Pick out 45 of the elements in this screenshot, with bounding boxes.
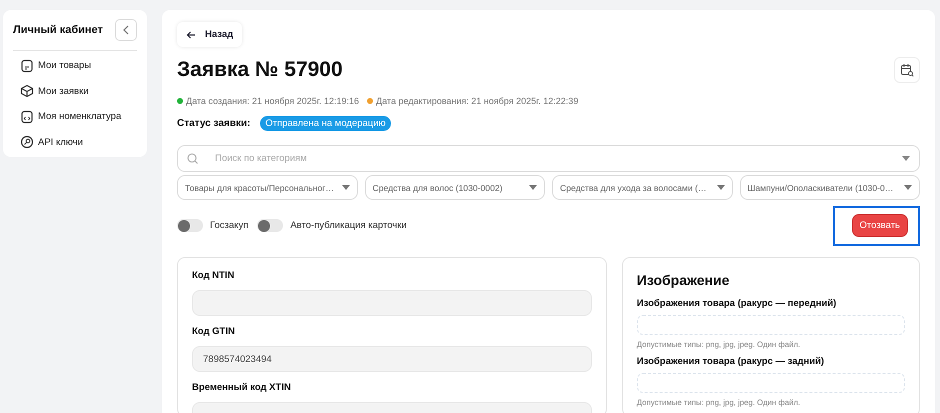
upload-field[interactable] [636, 373, 905, 393]
upload-field[interactable] [636, 315, 905, 335]
page-title: Заявка № 57900 [177, 58, 343, 82]
calendar-search-icon [900, 63, 914, 77]
toggle-switch[interactable] [177, 219, 203, 232]
chevron-left-icon [122, 25, 130, 35]
category-dropdown[interactable]: Средства для волос (1030-0002) [364, 175, 545, 200]
caret-down-icon [342, 185, 350, 190]
code-file-icon [20, 110, 34, 124]
toggle-label: Авто-публикация карточки [290, 220, 407, 231]
sidebar-item[interactable]: Моя номенклатура [20, 104, 147, 130]
caret-down-icon [902, 156, 910, 161]
arrow-left-icon [186, 30, 196, 38]
calendar-button[interactable] [894, 57, 920, 83]
category-dropdown[interactable]: Шампуни/Ополаскиватели (1030-0… [740, 175, 920, 200]
status-badge: Отправлена на модерацию [260, 116, 391, 131]
field-label: Код GTIN [192, 326, 236, 337]
field-label: Временный код XTIN [192, 382, 292, 393]
toggle-switch[interactable] [257, 219, 284, 232]
caret-down-icon [716, 185, 724, 190]
caret-down-icon [904, 185, 912, 190]
key-icon [20, 135, 34, 150]
sidebar-item[interactable]: API ключи [20, 130, 147, 155]
field-label: Изображения товара (ракурс — передний) [636, 298, 838, 309]
category-dropdown[interactable]: Средства для ухода за волосами (… [552, 175, 732, 200]
category-dropdown[interactable]: Товары для красоты/Персональног… [177, 175, 358, 200]
section-title: Изображение [636, 272, 730, 288]
back-button[interactable]: Назад [177, 22, 242, 47]
caret-down-icon [529, 185, 537, 190]
input-field[interactable]: 7898574023494 [192, 346, 592, 372]
toggle-label: Госзакуп [210, 220, 248, 231]
category-search-field[interactable]: Поиск по категориям [177, 145, 920, 172]
field-label: Изображения товара (ракурс — задний) [636, 356, 826, 367]
sidebar-item[interactable]: Мои товары [20, 53, 147, 78]
status-label: Статус заявки: [177, 118, 250, 129]
date-text: Дата редактирования: 21 ноября 2025г. 12:22:39 [376, 96, 578, 106]
date-text: Дата создания: 21 ноября 2025г. 12:19:16 [186, 96, 360, 106]
document-icon [20, 58, 34, 73]
cube-icon [20, 84, 34, 98]
collapse-button[interactable] [115, 19, 137, 41]
field-label: Код NTIN [192, 270, 236, 281]
search-icon [187, 153, 199, 165]
sidebar-item[interactable]: Мои заявки [20, 78, 147, 104]
revoke-button[interactable]: Отозвать [852, 214, 908, 236]
sidebar-title: Личный кабинет [13, 24, 103, 36]
